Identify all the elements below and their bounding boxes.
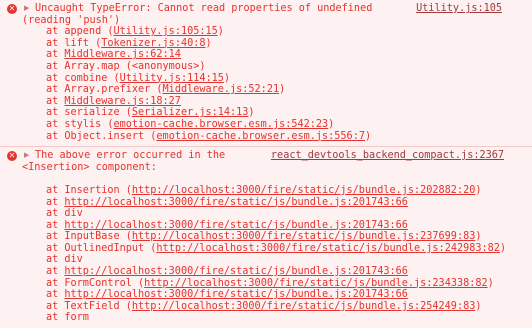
- stack-frame: at http://localhost:3000/fire/static/js/…: [46, 219, 408, 231]
- stack-frame-link[interactable]: http://localhost:3000/fire/static/js/bun…: [64, 197, 407, 208]
- stack-frame-link[interactable]: http://localhost:3000/fire/static/js/bun…: [132, 301, 475, 312]
- stack-frame: at Middleware.js:18:27: [46, 95, 181, 107]
- stack-frame: at append (Utility.js:105:15): [46, 26, 224, 38]
- stack-frame: at serialize (Serializer.js:14:13): [46, 107, 255, 119]
- console-error-entry-2: ✕ ▶ react_devtools_backend_compact.js:23…: [0, 146, 532, 328]
- error-message-line2: (reading 'push'): [22, 14, 121, 26]
- stack-frame: at div: [46, 208, 89, 220]
- stack-frame-link[interactable]: http://localhost:3000/fire/static/js/bun…: [64, 289, 407, 300]
- error-circle-icon: ✕: [7, 151, 17, 162]
- stack-frame-link[interactable]: http://localhost:3000/fire/static/js/bun…: [132, 185, 475, 196]
- console-error-entry: ✕ ▶ Utility.js:105 Uncaught TypeError: C…: [0, 0, 532, 146]
- stack-frame: at Array.map (<anonymous>): [46, 60, 206, 72]
- expand-triangle-icon[interactable]: ▶: [24, 151, 29, 159]
- stack-frame: at Object.insert (emotion-cache.browser.…: [46, 130, 372, 142]
- stack-frame-link[interactable]: Middleware.js:62:14: [64, 49, 181, 60]
- stack-frame: at TextField (http://localhost:3000/fire…: [46, 300, 482, 312]
- stack-frame: at Middleware.js:62:14: [46, 49, 181, 61]
- stack-frame-link[interactable]: Utility.js:105:15: [113, 26, 217, 37]
- expand-triangle-icon[interactable]: ▶: [24, 4, 29, 12]
- stack-frame: at lift (Tokenizer.js:40:8): [46, 37, 212, 49]
- component-stack: at Insertion (http://localhost:3000/fire…: [0, 185, 532, 324]
- stack-frame: at Array.prefixer (Middleware.js:52:21): [46, 84, 286, 96]
- error-circle-icon: ✕: [7, 4, 17, 14]
- stack-frame: at http://localhost:3000/fire/static/js/…: [46, 289, 408, 301]
- stack-frame-link[interactable]: http://localhost:3000/fire/static/js/bun…: [64, 266, 407, 277]
- stack-frame-link[interactable]: Middleware.js:52:21: [163, 84, 280, 95]
- stack-frame: at div: [46, 254, 89, 266]
- stack-frame-link[interactable]: Serializer.js:14:13: [132, 107, 249, 118]
- stack-frame: at combine (Utility.js:114:15): [46, 72, 231, 84]
- error-source-link[interactable]: Utility.js:105: [416, 3, 502, 15]
- stack-frame-link[interactable]: Utility.js:114:15: [120, 73, 224, 84]
- stack-frame-link[interactable]: emotion-cache.browser.esm.js:542:23: [113, 119, 328, 130]
- stack-frame: at OutlinedInput (http://localhost:3000/…: [46, 242, 507, 254]
- stack-frame: at InputBase (http://localhost:3000/fire…: [46, 231, 482, 243]
- stack-frame-link[interactable]: emotion-cache.browser.esm.js:556:7: [156, 131, 365, 142]
- stack-frame-link[interactable]: Tokenizer.js:40:8: [101, 38, 205, 49]
- stack-frame-link[interactable]: http://localhost:3000/fire/static/js/bun…: [144, 278, 487, 289]
- stack-frame-link[interactable]: http://localhost:3000/fire/static/js/bun…: [156, 243, 499, 254]
- stack-frame: at FormControl (http://localhost:3000/fi…: [46, 277, 494, 289]
- stack-frame: at http://localhost:3000/fire/static/js/…: [46, 196, 408, 208]
- stack-frame: at form: [46, 312, 96, 324]
- stack-frame-link[interactable]: http://localhost:3000/fire/static/js/bun…: [64, 220, 407, 231]
- stack-frame-link[interactable]: Middleware.js:18:27: [64, 96, 181, 107]
- stack-trace: at append (Utility.js:105:15) at lift (To…: [0, 26, 532, 142]
- error-source-link[interactable]: react_devtools_backend_compact.js:2367: [271, 150, 504, 162]
- stack-frame: at http://localhost:3000/fire/static/js/…: [46, 266, 408, 278]
- stack-frame: at stylis (emotion-cache.browser.esm.js:…: [46, 118, 335, 130]
- stack-frame: at Insertion (http://localhost:3000/fire…: [46, 184, 482, 196]
- error-message-line2: <Insertion> component:: [22, 161, 157, 173]
- stack-frame-link[interactable]: http://localhost:3000/fire/static/js/bun…: [132, 231, 475, 242]
